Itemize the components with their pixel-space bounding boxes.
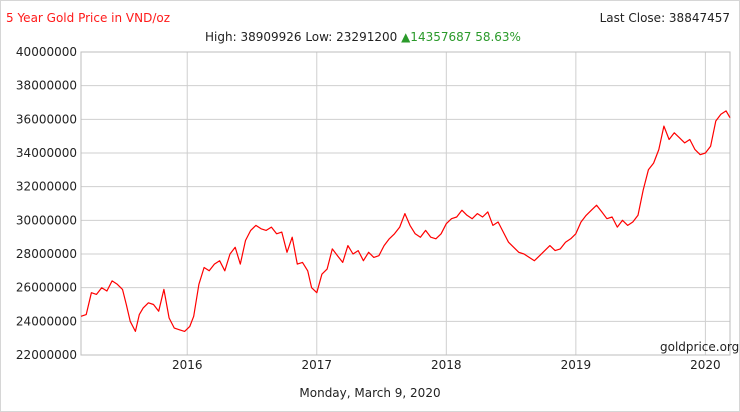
x-tick-label: 2017 (301, 358, 332, 372)
y-tick-label: 36000000 (16, 112, 77, 126)
y-tick-label: 28000000 (16, 247, 77, 261)
watermark: goldprice.org (660, 340, 739, 354)
y-tick-label: 24000000 (16, 314, 77, 328)
gold-price-line (80, 110, 731, 332)
y-tick-label: 30000000 (16, 213, 77, 227)
x-tick-label: 2018 (431, 358, 462, 372)
plot-border (80, 51, 731, 356)
price-chart: 22000000 24000000 26000000 28000000 30000000… (16, 45, 739, 372)
y-tick-label: 32000000 (16, 180, 77, 194)
x-tick-label: 2016 (172, 358, 203, 372)
x-tick-label: 2020 (690, 358, 721, 372)
y-tick-label: 22000000 (16, 348, 77, 362)
y-tick-label: 26000000 (16, 281, 77, 295)
y-tick-label: 38000000 (16, 79, 77, 93)
y-axis: 22000000 24000000 26000000 28000000 30000000… (16, 45, 77, 362)
x-axis: 2016 2017 2018 2019 2020 (172, 358, 721, 372)
y-tick-label: 40000000 (16, 45, 77, 59)
grid-lines (81, 51, 730, 356)
x-tick-label: 2019 (561, 358, 592, 372)
y-tick-label: 34000000 (16, 146, 77, 160)
date-footer: Monday, March 9, 2020 (299, 386, 441, 400)
